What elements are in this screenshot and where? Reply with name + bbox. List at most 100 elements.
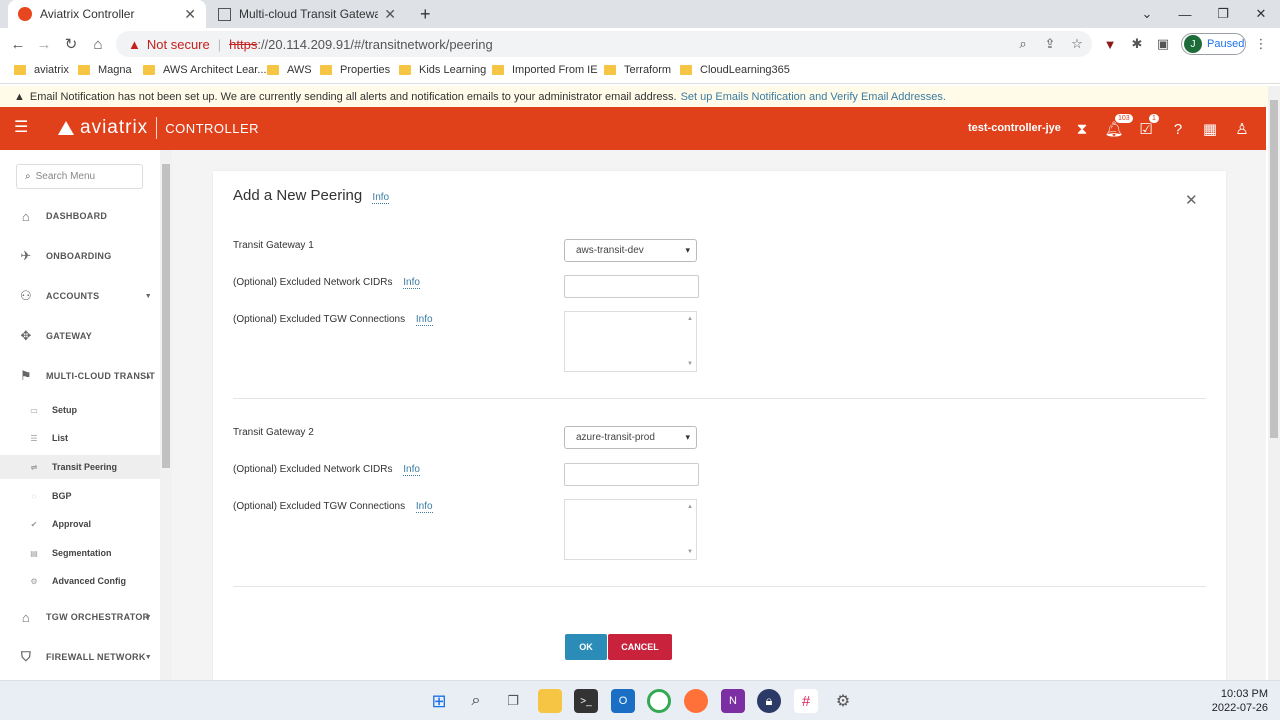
info-link[interactable]: Info — [372, 192, 390, 204]
close-icon[interactable]: ✕ — [1185, 191, 1198, 209]
info-link[interactable]: Info — [403, 277, 420, 289]
zoom-icon[interactable]: ⌕ — [1010, 28, 1036, 60]
transit-gateway-1-select[interactable]: aws-transit-dev ▾ — [564, 239, 697, 262]
sidebar-subitem-approval[interactable]: ✔ Approval — [0, 512, 160, 536]
tab-title: Aviatrix Controller — [40, 7, 135, 21]
sidebar-subitem-label: List — [52, 433, 69, 443]
reload-icon[interactable]: ↻ — [58, 28, 84, 60]
maximize-icon[interactable]: ❐ — [1204, 0, 1242, 28]
settings-gear-icon[interactable]: ⚙ — [831, 689, 855, 713]
info-link[interactable]: Info — [415, 501, 433, 513]
sidebar-scroll-thumb[interactable] — [162, 164, 170, 468]
gw2-excluded-cidrs-input[interactable] — [564, 463, 699, 486]
new-tab-button[interactable]: + — [410, 0, 438, 28]
browser-menu-icon[interactable]: ⋮ — [1248, 28, 1274, 60]
sidebar-subitem-transit-peering[interactable]: ⇌ Transit Peering — [0, 455, 160, 479]
sidebar-item-gateway[interactable]: ✥ GATEWAY — [0, 322, 160, 350]
gw1-excluded-cidrs-input[interactable] — [564, 275, 699, 298]
bookmark-kids-learning[interactable]: Kids Learning — [399, 64, 486, 76]
scroll-up-arrow-icon[interactable]: ▲ — [687, 316, 693, 322]
setup-email-link[interactable]: Set up Emails Notification and Verify Em… — [681, 91, 946, 103]
bookmark-magna[interactable]: Magna — [78, 64, 132, 76]
gw2-excluded-tgw-list[interactable]: ▲ ▼ — [564, 499, 697, 560]
folder-icon — [267, 65, 279, 75]
terminal-icon[interactable]: >_ — [574, 689, 598, 713]
brand-name: aviatrix — [80, 117, 149, 138]
security-status[interactable]: Not secure — [147, 37, 210, 52]
sidebar-scrollbar[interactable] — [160, 150, 172, 680]
close-tab-icon[interactable]: ✕ — [384, 6, 396, 23]
task-view-icon[interactable]: ❐ — [501, 689, 525, 713]
help-icon[interactable]: ? — [1168, 119, 1188, 139]
info-link[interactable]: Info — [403, 464, 420, 476]
side-panel-icon[interactable]: ▣ — [1150, 28, 1176, 60]
minimize-icon[interactable]: — — [1166, 0, 1204, 28]
page-scroll-thumb[interactable] — [1270, 100, 1278, 438]
chrome-icon[interactable] — [647, 689, 671, 713]
scroll-up-arrow-icon[interactable]: ▲ — [687, 504, 693, 510]
windows-start-icon[interactable]: ⊞ — [427, 689, 451, 713]
sidebar-item-label: ONBOARDING — [46, 251, 112, 261]
sidebar-item-onboarding[interactable]: ✈ ONBOARDING — [0, 242, 160, 270]
file-explorer-icon[interactable] — [538, 689, 562, 713]
gw2-cidr-label: (Optional) Excluded Network CIDRs Info — [233, 464, 420, 476]
hourglass-icon[interactable]: ⧗ — [1072, 119, 1092, 139]
forward-icon[interactable]: → — [31, 28, 57, 60]
onenote-icon[interactable]: N — [721, 689, 745, 713]
page-scrollbar[interactable] — [1268, 86, 1280, 680]
outlook-icon[interactable]: O — [611, 689, 635, 713]
sidebar-subitem-setup[interactable]: ▭ Setup — [0, 398, 160, 422]
tasks-icon[interactable]: ☑ 1 — [1136, 113, 1160, 139]
bookmark-aws-architect[interactable]: AWS Architect Lear... — [143, 64, 267, 76]
bookmark-properties[interactable]: Properties — [320, 64, 390, 76]
extensions-puzzle-icon[interactable]: ✱ — [1124, 28, 1150, 60]
sidebar-item-tgw-orchestrator[interactable]: ⌂ TGW ORCHESTRATOR ▼ — [0, 603, 160, 631]
scroll-down-arrow-icon[interactable]: ▼ — [687, 549, 693, 555]
close-window-icon[interactable]: ✕ — [1242, 0, 1280, 28]
bookmark-cloudlearning365[interactable]: CloudLearning365 — [680, 64, 790, 76]
back-icon[interactable]: ← — [5, 28, 31, 60]
scroll-down-arrow-icon[interactable]: ▼ — [687, 361, 693, 367]
address-bar[interactable]: ▲ Not secure | https ://20.114.209.91/#/… — [116, 31, 1092, 57]
ok-button[interactable]: OK — [565, 634, 607, 660]
system-clock[interactable]: 10:03 PM 2022-07-26 — [1200, 687, 1268, 715]
bookmark-aviatrix[interactable]: aviatrix — [14, 64, 69, 76]
apps-grid-icon[interactable]: ▦ — [1200, 119, 1220, 139]
sidebar-subitem-list[interactable]: ☰ List — [0, 426, 160, 450]
close-tab-icon[interactable]: ✕ — [184, 6, 196, 23]
sidebar-subitem-advanced-config[interactable]: ⚙ Advanced Config — [0, 569, 160, 593]
lock-app-icon[interactable]: 🔒︎ — [757, 689, 781, 713]
hamburger-menu-icon[interactable]: ☰ — [14, 119, 32, 137]
tab-multicloud-transit[interactable]: Multi-cloud Transit Gateway Pee ✕ — [208, 0, 406, 28]
bell-icon[interactable]: 🔔︎ 103 — [1104, 113, 1134, 139]
divider: | — [217, 36, 222, 52]
bookmark-terraform[interactable]: Terraform — [604, 64, 671, 76]
browser-tab-bar: Aviatrix Controller ✕ Multi-cloud Transi… — [0, 0, 1280, 28]
sidebar-item-accounts[interactable]: ⚇ ACCOUNTS ▼ — [0, 282, 160, 310]
sidebar-item-multi-cloud-transit[interactable]: ⚑ MULTI-CLOUD TRANSIT ▲ — [0, 362, 160, 390]
transit-gateway-2-select[interactable]: azure-transit-prod ▾ — [564, 426, 697, 449]
firefox-icon[interactable] — [684, 689, 708, 713]
sidebar-item-dashboard[interactable]: ⌂ DASHBOARD — [0, 202, 160, 230]
sidebar-subitem-bgp[interactable]: ◌ BGP — [0, 484, 160, 508]
caret-down-icon: ▼ — [144, 292, 152, 300]
home-icon[interactable]: ⌂ — [85, 28, 111, 60]
extension-v-icon[interactable]: ▼ — [1097, 28, 1123, 60]
slack-icon[interactable]: # — [794, 689, 818, 713]
clock-time: 10:03 PM — [1220, 688, 1268, 700]
search-icon[interactable]: ⌕ — [464, 689, 488, 713]
share-icon[interactable]: ⇪ — [1037, 28, 1063, 60]
bookmark-star-icon[interactable]: ☆ — [1064, 28, 1090, 60]
info-link[interactable]: Info — [415, 314, 433, 326]
tab-search-chevron-icon[interactable]: ⌄ — [1128, 0, 1166, 28]
bookmark-aws[interactable]: AWS — [267, 64, 312, 76]
sidebar-subitem-segmentation[interactable]: ▤ Segmentation — [0, 541, 160, 565]
tab-aviatrix-controller[interactable]: Aviatrix Controller ✕ — [8, 0, 206, 28]
user-icon[interactable]: ♙ — [1232, 119, 1252, 139]
sidebar-item-firewall-network[interactable]: ⛉ FIREWALL NETWORK ▼ — [0, 643, 160, 671]
cancel-button[interactable]: CANCEL — [608, 634, 672, 660]
search-menu-input[interactable]: ⌕ Search Menu — [16, 164, 143, 189]
gw1-excluded-tgw-list[interactable]: ▲ ▼ — [564, 311, 697, 372]
bookmark-imported-from-ie[interactable]: Imported From IE — [492, 64, 598, 76]
profile-button[interactable]: J Paused — [1181, 33, 1246, 55]
